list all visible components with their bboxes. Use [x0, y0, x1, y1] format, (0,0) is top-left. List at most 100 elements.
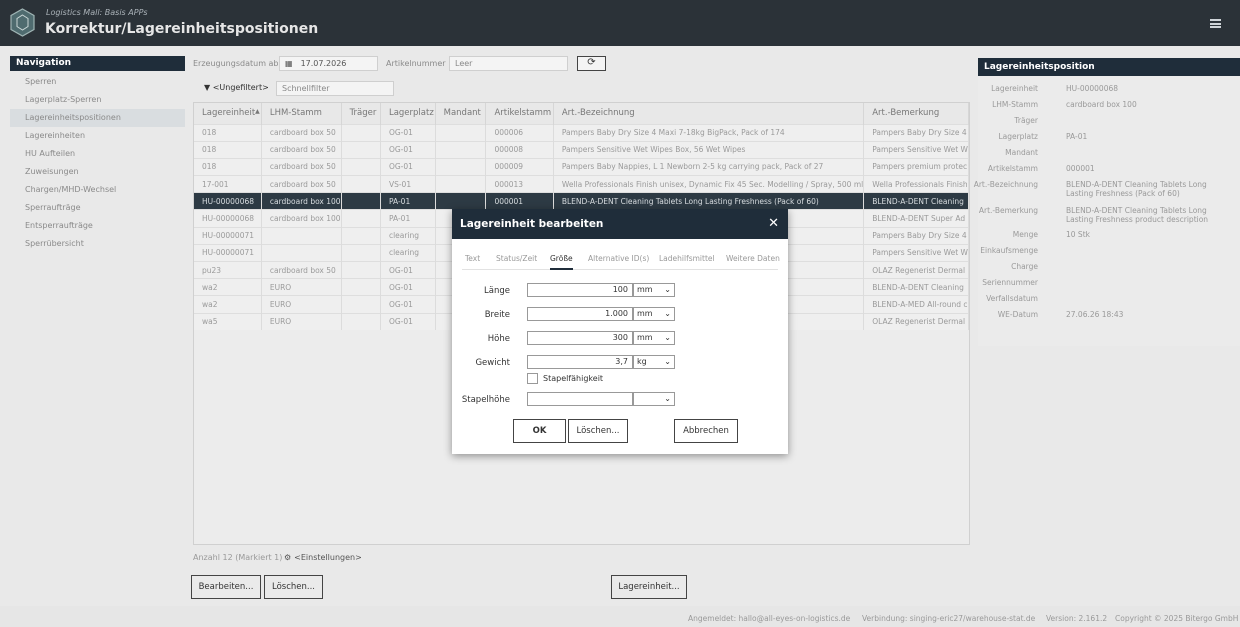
length-unit-select[interactable]: mm ⌄: [633, 283, 675, 297]
col-header-lhm-stamm[interactable]: LHM-Stamm: [261, 103, 342, 124]
menu-icon[interactable]: [1210, 19, 1221, 28]
filter-toggle[interactable]: ▼ <Ungefiltert>: [204, 83, 269, 92]
table-cell: [341, 243, 381, 262]
tab-status-zeit[interactable]: Status/Zeit: [496, 254, 537, 263]
table-cell: Wella Professionals Finish unisex, Dynam…: [553, 175, 865, 193]
table-cell: cardboard box 50: [261, 140, 342, 159]
calendar-icon[interactable]: ▦: [285, 59, 293, 68]
detail-field-label: Art.-Bemerkung: [978, 206, 1038, 215]
table-cell: 018: [194, 123, 262, 142]
delete-button[interactable]: Löschen...: [264, 575, 323, 599]
detail-field-label: Charge: [1011, 262, 1038, 271]
table-cell: OG-01: [380, 260, 436, 279]
nav-item-lagereinheitspositionen[interactable]: Lagereinheitspositionen: [10, 109, 185, 127]
height-unit-select[interactable]: mm ⌄: [633, 331, 675, 345]
width-input[interactable]: 1.000: [527, 307, 633, 321]
table-cell: BLEND-A-DENT Cleaning: [863, 192, 969, 210]
table-row[interactable]: 018 cardboard box 50 OG-01 000006 Pampers Ba…: [194, 123, 969, 142]
page-title: Korrektur/Lagereinheitspositionen: [45, 21, 319, 37]
stack-height-input[interactable]: [527, 392, 633, 406]
col-header-lagereinheit[interactable]: Lagereinheit▲: [194, 103, 262, 124]
quick-filter-input[interactable]: Schnellfilter: [276, 81, 394, 96]
table-cell: [341, 192, 381, 210]
dialog-delete-button[interactable]: Löschen...: [568, 419, 628, 443]
nav-item-sperrauftraege[interactable]: Sperraufträge: [10, 199, 185, 217]
nav-item-lagereinheiten[interactable]: Lagereinheiten: [10, 127, 185, 145]
app-header: Logistics Mall: Basis APPs Korrektur/Lag…: [0, 0, 1240, 46]
close-icon[interactable]: ✕: [768, 217, 779, 230]
table-cell: HU-00000068: [194, 209, 262, 228]
table-cell: OG-01: [380, 295, 436, 314]
length-input[interactable]: 100: [527, 283, 633, 297]
table-cell: cardboard box 100: [261, 209, 342, 228]
edit-button[interactable]: Bearbeiten...: [191, 575, 261, 599]
tab-groesse[interactable]: Größe: [550, 254, 573, 270]
table-cell: OG-01: [380, 140, 436, 159]
table-row[interactable]: 018 cardboard box 50 OG-01 000009 Pampers Ba…: [194, 157, 969, 176]
row-count: Anzahl 12 (Markiert 1): [193, 553, 283, 562]
weight-input[interactable]: 3,7: [527, 355, 633, 369]
stackable-checkbox[interactable]: [527, 373, 538, 384]
table-cell: pu23: [194, 260, 262, 279]
col-header-traeger[interactable]: Träger: [341, 103, 381, 124]
table-cell: [341, 312, 381, 331]
tab-alternative-ids[interactable]: Alternative ID(s): [588, 254, 649, 263]
table-cell: 17-001: [194, 175, 262, 193]
grid-header-row: Lagereinheit▲ LHM-Stamm Träger Lagerplat…: [194, 103, 969, 124]
stack-height-unit-select[interactable]: ⌄: [633, 392, 675, 406]
detail-field-value: 000001: [1066, 164, 1095, 173]
refresh-button[interactable]: ⟳: [577, 56, 606, 71]
detail-field-value: HU-00000068: [1066, 84, 1119, 93]
tab-ladehilfsmittel[interactable]: Ladehilfsmittel: [659, 254, 715, 263]
dialog-header: Lagereinheit bearbeiten ✕: [452, 209, 788, 239]
article-filter-label: Artikelnummer: [386, 59, 446, 68]
settings-link[interactable]: ⚙ <Einstellungen>: [284, 553, 362, 562]
nav-item-sperruebersicht[interactable]: Sperrübersicht: [10, 235, 185, 253]
status-copyright: Copyright © 2025 Bitergo GmbH: [1115, 614, 1239, 623]
refresh-icon: ⟳: [587, 57, 596, 68]
nav-item-lagerplatz-sperren[interactable]: Lagerplatz-Sperren: [10, 91, 185, 109]
nav-item-hu-aufteilen[interactable]: HU Aufteilen: [10, 145, 185, 163]
col-header-artikelstamm[interactable]: Artikelstamm: [485, 103, 554, 124]
col-header-mandant[interactable]: Mandant: [435, 103, 487, 124]
table-cell: OLAZ Regenerist Dermal: [863, 260, 969, 279]
table-cell: OG-01: [380, 123, 436, 142]
status-user: Angemeldet: hallo@all-eyes-on-logistics.…: [688, 614, 851, 623]
table-cell: Pampers Baby Dry Size 4 Maxi 7-18kg BigP…: [553, 123, 865, 142]
table-row[interactable]: 17-001 cardboard box 50 VS-01 000013 Wella P…: [194, 175, 969, 193]
table-row[interactable]: HU-00000068 cardboard box 100 PA-01 000001 B…: [194, 192, 969, 210]
table-cell: 018: [194, 140, 262, 159]
nav-item-chargen-mhd[interactable]: Chargen/MHD-Wechsel: [10, 181, 185, 199]
detail-field-label: LHM-Stamm: [992, 100, 1038, 109]
status-version: Version: 2.161.2: [1046, 614, 1108, 623]
col-header-art-bezeichnung[interactable]: Art.-Bezeichnung: [553, 103, 865, 124]
ok-button[interactable]: OK: [513, 419, 566, 443]
table-cell: Pampers Sensitive Wet W: [863, 140, 969, 159]
cancel-button[interactable]: Abbrechen: [674, 419, 738, 443]
table-cell: EURO: [261, 312, 342, 331]
detail-field-label: Träger: [1014, 116, 1038, 125]
tab-text[interactable]: Text: [465, 254, 480, 263]
width-unit-select[interactable]: mm ⌄: [633, 307, 675, 321]
col-header-art-bemerkung[interactable]: Art.-Bemerkung: [863, 103, 969, 124]
table-cell: Pampers Baby Dry Size 4: [863, 226, 969, 245]
edit-storage-unit-dialog: Lagereinheit bearbeiten ✕ Text Status/Ze…: [452, 209, 788, 454]
nav-item-sperren[interactable]: Sperren: [10, 73, 185, 91]
status-bar: Angemeldet: hallo@all-eyes-on-logistics.…: [0, 606, 1240, 627]
height-input[interactable]: 300: [527, 331, 633, 345]
nav-item-zuweisungen[interactable]: Zuweisungen: [10, 163, 185, 181]
table-row[interactable]: 018 cardboard box 50 OG-01 000008 Pampers Se…: [194, 140, 969, 159]
stack-height-label: Stapelhöhe: [461, 395, 510, 405]
table-cell: [435, 123, 487, 142]
date-filter-input[interactable]: ▦ 17.07.2026: [279, 56, 378, 71]
table-cell: [435, 175, 487, 193]
table-cell: EURO: [261, 295, 342, 314]
nav-item-entsperrauftraege[interactable]: Entsperraufträge: [10, 217, 185, 235]
tab-weitere-daten[interactable]: Weitere Daten: [726, 254, 780, 263]
table-cell: OG-01: [380, 312, 436, 331]
weight-unit-select[interactable]: kg ⌄: [633, 355, 675, 369]
storage-unit-button[interactable]: Lagereinheit...: [611, 575, 687, 599]
article-filter-input[interactable]: Leer: [449, 56, 568, 71]
height-label: Höhe: [487, 334, 510, 344]
col-header-lagerplatz[interactable]: Lagerplatz: [380, 103, 436, 124]
